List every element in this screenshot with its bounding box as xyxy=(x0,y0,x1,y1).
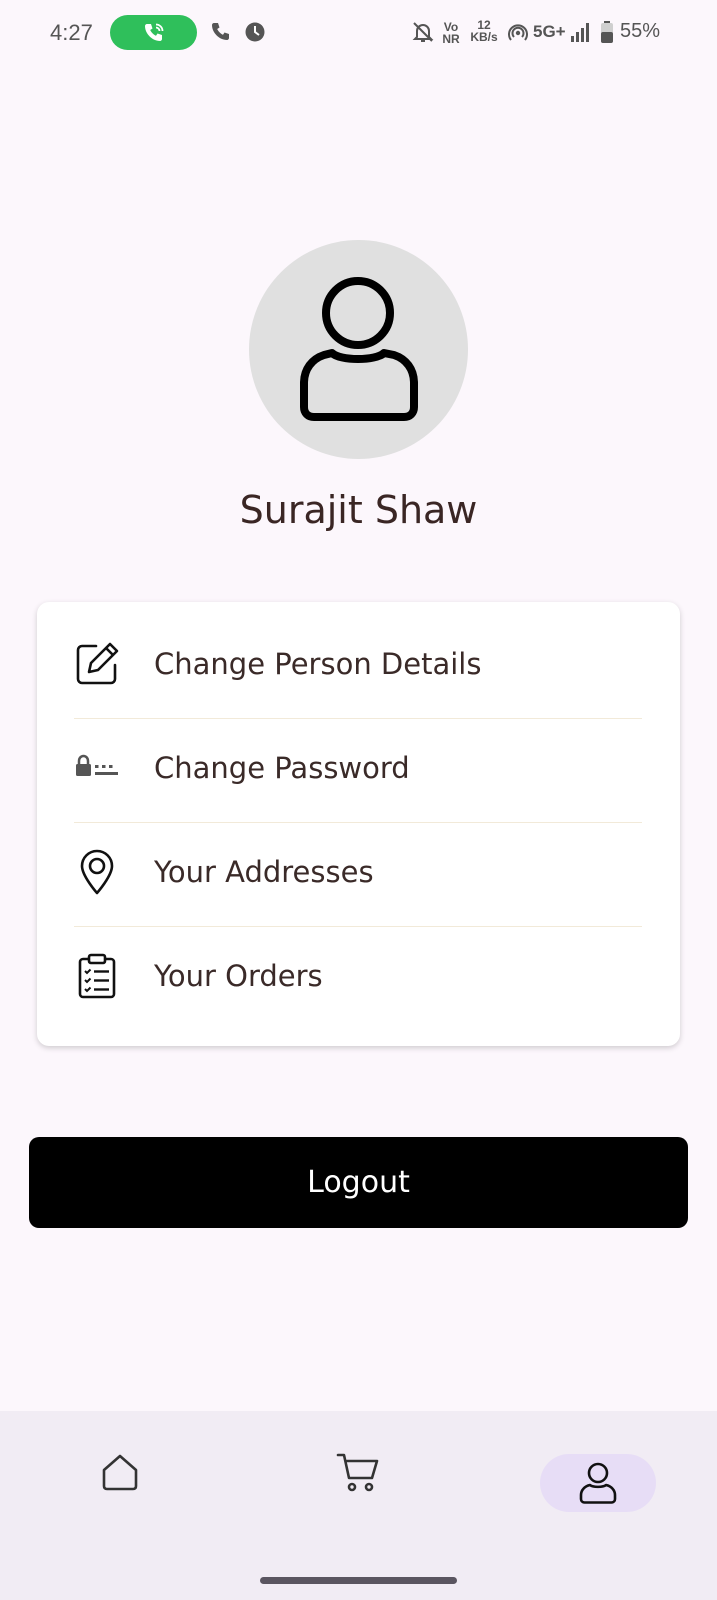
nav-home[interactable] xyxy=(80,1443,160,1501)
menu-item-label: Change Person Details xyxy=(154,647,482,681)
password-icon xyxy=(74,745,120,791)
logout-button[interactable]: Logout xyxy=(29,1137,688,1228)
menu-item-label: Your Addresses xyxy=(154,855,374,889)
volte-icon: Vo NR xyxy=(442,20,460,46)
phone-icon xyxy=(209,20,233,49)
call-active-icon[interactable] xyxy=(110,15,197,50)
vpn-icon xyxy=(243,20,267,49)
battery-icon xyxy=(600,20,614,49)
menu-item-label: Your Orders xyxy=(154,959,323,993)
menu-item-label: Change Password xyxy=(154,751,410,785)
menu-item-your-orders[interactable]: Your Orders xyxy=(74,924,642,1028)
avatar[interactable] xyxy=(249,240,468,459)
profile-menu-card: Change Person Details Change Password Yo… xyxy=(37,602,680,1046)
person-icon xyxy=(299,276,418,421)
profile-icon xyxy=(579,1462,617,1504)
battery-percent: 55% xyxy=(620,20,661,42)
menu-item-your-addresses[interactable]: Your Addresses xyxy=(74,820,642,924)
nav-profile[interactable] xyxy=(540,1454,656,1512)
menu-item-change-password[interactable]: Change Password xyxy=(74,716,642,820)
location-pin-icon xyxy=(74,849,120,895)
edit-icon xyxy=(74,641,120,687)
menu-item-change-person-details[interactable]: Change Person Details xyxy=(74,612,642,716)
signal-icon xyxy=(570,20,592,49)
home-icon xyxy=(102,1454,138,1491)
network-speed: 12 KB/s xyxy=(470,18,498,44)
clipboard-list-icon xyxy=(74,953,120,999)
status-bar: 4:27 Vo NR 12 KB/s 5G+ 55% xyxy=(0,0,717,70)
network-type: 5G+ xyxy=(533,22,566,41)
hotspot-icon xyxy=(506,20,530,49)
gesture-bar[interactable] xyxy=(260,1577,457,1584)
bottom-nav xyxy=(0,1411,717,1600)
nav-cart[interactable] xyxy=(318,1443,398,1501)
mute-icon xyxy=(411,20,435,49)
cart-icon xyxy=(336,1453,379,1492)
user-name: Surajit Shaw xyxy=(239,488,478,532)
status-time: 4:27 xyxy=(50,20,93,45)
